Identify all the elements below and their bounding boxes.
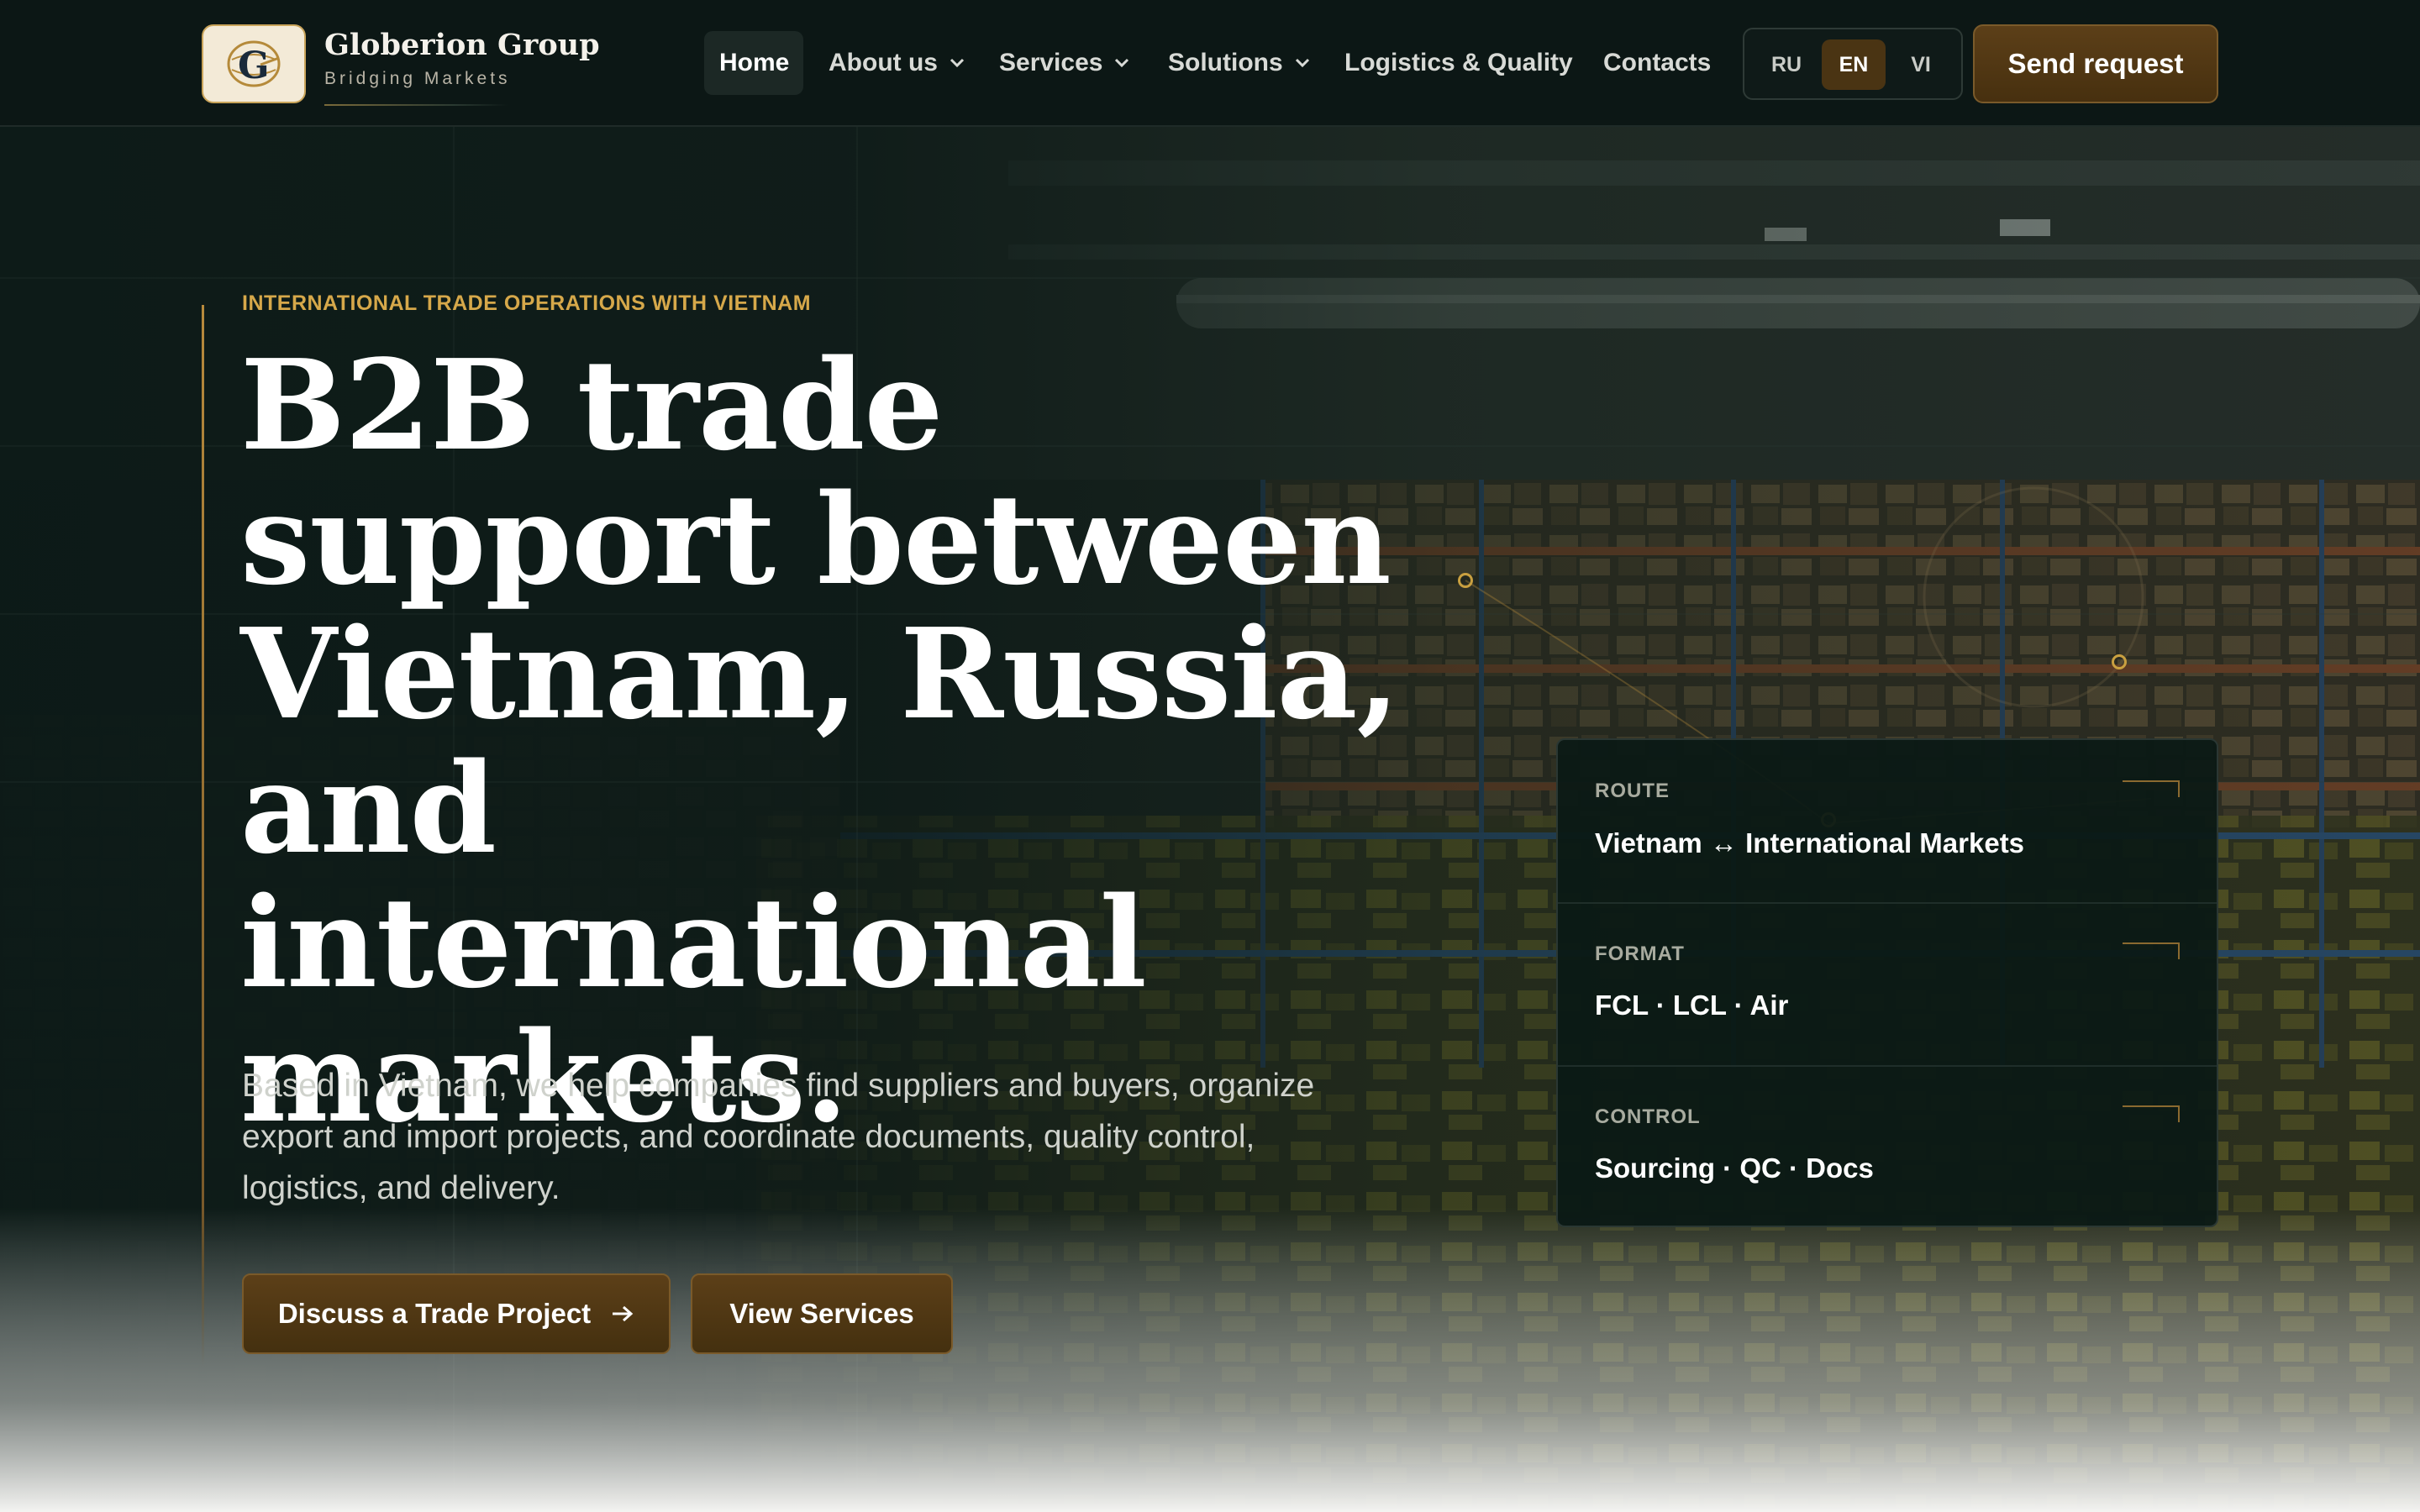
nav-item-solutions[interactable]: Solutions (1168, 31, 1310, 95)
discuss-trade-project-button[interactable]: Discuss a Trade Project (242, 1273, 671, 1354)
button-label: View Services (729, 1298, 914, 1329)
info-label: FORMAT (1595, 942, 1685, 965)
info-row-route: ROUTE Vietnam ↔ International Markets (1558, 740, 2217, 903)
nav-item-label: Services (999, 49, 1103, 76)
hero-headline: B2B trade support between Vietnam, Russi… (240, 332, 1400, 1150)
nav-item-label: Home (719, 49, 790, 76)
nav-item-label: Contacts (1603, 49, 1712, 76)
lang-option-vi[interactable]: VI (1889, 39, 1953, 90)
lang-option-ru[interactable]: RU (1754, 39, 1818, 90)
chevron-down-icon (1295, 58, 1309, 68)
send-request-button[interactable]: Send request (1973, 24, 2218, 103)
svg-text:G: G (238, 45, 270, 87)
info-label: CONTROL (1595, 1105, 1701, 1128)
brand-name: Globerion Group (324, 28, 600, 62)
nav-item-label: About us (829, 49, 938, 76)
arrow-right-icon (613, 1305, 634, 1322)
brand-underline (324, 104, 508, 106)
nav-item-about-us[interactable]: About us (829, 31, 965, 95)
view-services-button[interactable]: View Services (691, 1273, 953, 1354)
chevron-down-icon (950, 58, 965, 68)
info-label: ROUTE (1595, 780, 1670, 802)
nav-item-home[interactable]: Home (704, 31, 803, 95)
nav-item-label: Solutions (1168, 49, 1283, 76)
trade-info-card: ROUTE Vietnam ↔ International Markets FO… (1556, 738, 2218, 1227)
corner-bracket-decoration (2123, 780, 2180, 797)
route-node-marker (1458, 573, 1473, 588)
route-node-marker (2112, 654, 2127, 669)
brand-tagline: Bridging Markets (324, 69, 511, 88)
hero-accent-line (202, 305, 204, 1366)
chevron-down-icon (1115, 58, 1129, 68)
info-value: Vietnam ↔ International Markets (1595, 827, 2025, 858)
info-row-format: FORMAT FCL · LCL · Air (1558, 904, 2217, 1067)
info-value: FCL · LCL · Air (1595, 990, 1789, 1021)
lang-option-en[interactable]: EN (1822, 39, 1886, 90)
button-label: Discuss a Trade Project (277, 1298, 592, 1329)
nav-item-contacts[interactable]: Contacts (1603, 31, 1711, 95)
logo[interactable]: G (202, 24, 306, 103)
corner-bracket-decoration (2123, 1105, 2180, 1122)
site-header: G Globerion Group Bridging Markets Home … (0, 0, 2420, 127)
language-switcher: RU EN VI (1743, 28, 1963, 100)
nav-item-logistics-quality[interactable]: Logistics & Quality (1344, 31, 1573, 95)
corner-bracket-decoration (2123, 942, 2180, 959)
info-value: Sourcing · QC · Docs (1595, 1152, 1874, 1184)
info-row-control: CONTROL Sourcing · QC · Docs (1558, 1067, 2217, 1230)
hero-eyebrow: INTERNATIONAL TRADE OPERATIONS WITH VIET… (242, 291, 812, 315)
globe-g-logo-icon: G (227, 40, 281, 87)
hero-description: Based in Vietnam, we help companies find… (242, 1068, 1315, 1206)
nav-item-label: Logistics & Quality (1344, 49, 1573, 76)
nav-item-services[interactable]: Services (999, 31, 1129, 95)
